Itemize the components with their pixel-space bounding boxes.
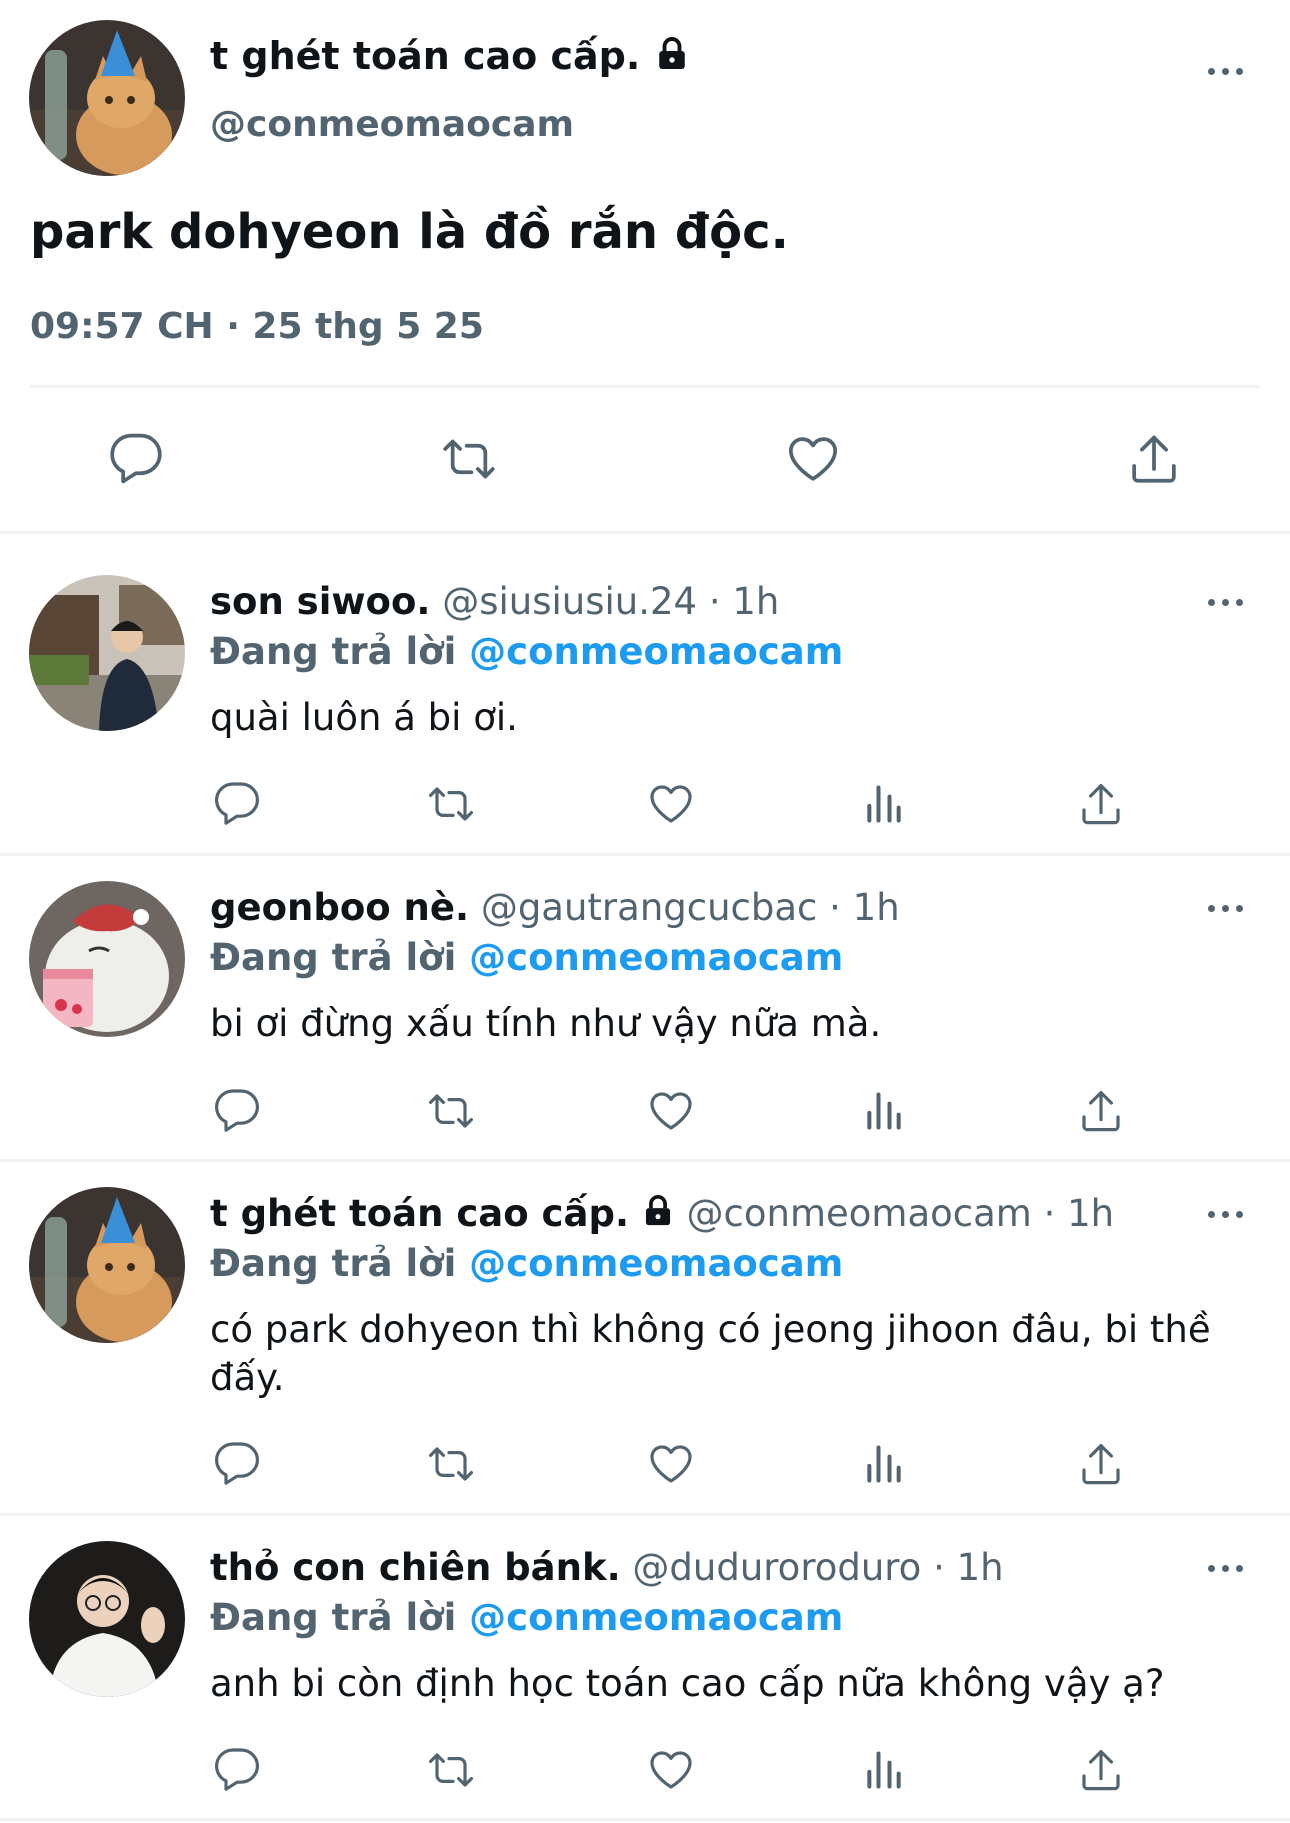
reply-avatar[interactable] xyxy=(29,1541,185,1697)
share-icon[interactable] xyxy=(1077,1440,1125,1488)
lock-icon xyxy=(641,1194,675,1237)
section-divider xyxy=(0,1159,1290,1162)
more-options-icon[interactable] xyxy=(1208,1208,1248,1220)
section-divider xyxy=(0,1513,1290,1516)
replying-to-label: Đang trả lời xyxy=(210,630,457,673)
like-icon[interactable] xyxy=(646,1440,696,1488)
replying-to-link[interactable]: @conmeomaocam xyxy=(469,936,843,979)
cat-avatar-image xyxy=(29,1187,185,1343)
lock-icon xyxy=(654,36,690,81)
retweet-icon[interactable] xyxy=(425,1746,477,1794)
reply-icon[interactable] xyxy=(213,1440,261,1488)
reply-text-line-1: có park dohyeon thì không có jeong jihoo… xyxy=(210,1308,1211,1351)
retweet-icon[interactable] xyxy=(425,1087,477,1135)
reply-display-name[interactable]: thỏ con chiên bánk. xyxy=(210,1546,621,1589)
retweet-icon[interactable] xyxy=(425,1440,477,1488)
more-options-icon[interactable] xyxy=(1208,65,1248,77)
reply-text-line-2: đấy. xyxy=(210,1356,285,1399)
reply-time[interactable]: · 1h xyxy=(933,1546,1004,1589)
reply-display-name[interactable]: t ghét toán cao cấp. xyxy=(210,1192,629,1235)
reply-handle[interactable]: @siusiusiu.24 xyxy=(442,580,697,623)
like-icon[interactable] xyxy=(646,1087,696,1135)
more-options-icon[interactable] xyxy=(1208,902,1248,914)
section-divider xyxy=(0,1818,1290,1821)
share-icon[interactable] xyxy=(1126,431,1182,487)
reply-time[interactable]: · 1h xyxy=(709,580,780,623)
cat-avatar-image xyxy=(29,20,185,176)
reply-text: anh bi còn định học toán cao cấp nữa khô… xyxy=(210,1662,1165,1705)
replying-to-label: Đang trả lời xyxy=(210,1242,457,1285)
reply-icon[interactable] xyxy=(213,1087,261,1135)
share-icon[interactable] xyxy=(1077,1087,1125,1135)
replying-to-label: Đang trả lời xyxy=(210,936,457,979)
main-timestamp[interactable]: 09:57 CH · 25 thg 5 25 xyxy=(30,306,484,347)
person-avatar-image xyxy=(29,1541,185,1697)
reply-text: quài luôn á bi ơi. xyxy=(210,696,518,739)
reply-handle[interactable]: @duduroroduro xyxy=(632,1546,921,1589)
share-icon[interactable] xyxy=(1077,1746,1125,1794)
views-icon[interactable] xyxy=(862,1746,906,1794)
more-options-icon[interactable] xyxy=(1208,596,1248,608)
replying-to-label: Đang trả lời xyxy=(210,1596,457,1639)
bear-avatar-image xyxy=(29,881,185,1037)
main-display-name[interactable]: t ghét toán cao cấp. xyxy=(210,34,640,78)
share-icon[interactable] xyxy=(1077,780,1125,828)
like-icon[interactable] xyxy=(646,780,696,828)
replying-to-link[interactable]: @conmeomaocam xyxy=(469,1242,843,1285)
reply-avatar[interactable] xyxy=(29,1187,185,1343)
main-avatar[interactable] xyxy=(29,20,185,176)
main-divider xyxy=(30,385,1260,388)
reply-time[interactable]: · 1h xyxy=(829,886,900,929)
main-tweet-text: park dohyeon là đồ rắn độc. xyxy=(30,204,789,260)
views-icon[interactable] xyxy=(862,780,906,828)
replying-to-link[interactable]: @conmeomaocam xyxy=(469,630,843,673)
person-avatar-image xyxy=(29,575,185,731)
more-options-icon[interactable] xyxy=(1208,1562,1248,1574)
section-divider xyxy=(0,853,1290,856)
reply-display-name[interactable]: geonboo nè. xyxy=(210,886,469,929)
reply-icon[interactable] xyxy=(213,780,261,828)
reply-icon[interactable] xyxy=(213,1746,261,1794)
retweet-icon[interactable] xyxy=(441,431,497,487)
reply-display-name[interactable]: son siwoo. xyxy=(210,580,430,623)
reply-avatar[interactable] xyxy=(29,575,185,731)
reply-text: bi ơi đừng xấu tính như vậy nữa mà. xyxy=(210,1002,882,1045)
retweet-icon[interactable] xyxy=(425,780,477,828)
reply-time[interactable]: · 1h xyxy=(1044,1192,1115,1235)
section-divider xyxy=(0,531,1290,534)
reply-handle[interactable]: @conmeomaocam xyxy=(687,1192,1032,1235)
replying-to-link[interactable]: @conmeomaocam xyxy=(469,1596,843,1639)
reply-handle[interactable]: @gautrangcucbac xyxy=(481,886,818,929)
like-icon[interactable] xyxy=(646,1746,696,1794)
main-handle[interactable]: @conmeomaocam xyxy=(210,104,574,145)
like-icon[interactable] xyxy=(785,431,841,487)
reply-avatar[interactable] xyxy=(29,881,185,1037)
views-icon[interactable] xyxy=(862,1087,906,1135)
views-icon[interactable] xyxy=(862,1440,906,1488)
reply-icon[interactable] xyxy=(108,431,164,487)
